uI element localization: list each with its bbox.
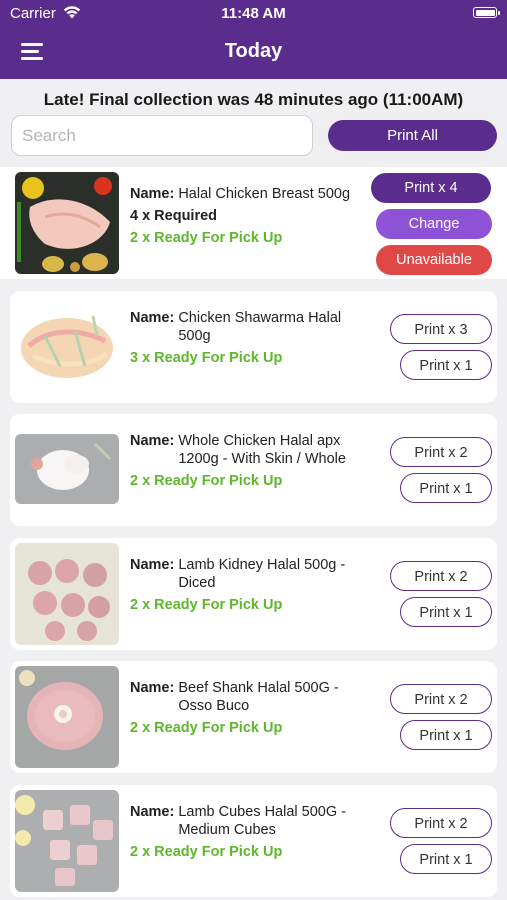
item-name: Halal Chicken Breast 500g	[178, 186, 351, 202]
ready-count: 2 x Ready For Pick Up	[130, 720, 283, 736]
unavailable-button[interactable]: Unavailable	[376, 245, 492, 275]
item-name: Lamb Cubes Halal 500G - Medium Cubes	[178, 804, 346, 838]
ready-count: 3 x Ready For Pick Up	[130, 350, 283, 366]
item-info: Name: Lamb Kidney Halal 500g - Diced 2 x …	[130, 556, 370, 614]
product-image-lamb-kidney	[15, 543, 119, 645]
product-image-beef-shank	[15, 666, 119, 768]
battery-icon	[473, 7, 500, 18]
product-image-chicken-shawarma	[15, 296, 119, 398]
name-label: Name:	[130, 680, 175, 696]
print-button[interactable]: Print x 2	[390, 808, 492, 838]
product-image-chicken-breast	[15, 172, 119, 274]
item-info: Name: Whole Chicken Halal apx 1200g - Wit…	[130, 432, 370, 490]
name-label: Name:	[130, 310, 175, 326]
order-item-card: Name: Lamb Kidney Halal 500g - Diced 2 x …	[10, 538, 497, 650]
ready-count: 2 x Ready For Pick Up	[130, 230, 283, 246]
item-info: Name: Halal Chicken Breast 500g 4 x Requi…	[130, 185, 370, 247]
print-one-button[interactable]: Print x 1	[400, 473, 492, 503]
item-info: Name: Beef Shank Halal 500G - Osso Buco 2…	[130, 679, 370, 737]
item-name: Beef Shank Halal 500G - Osso Buco	[178, 680, 339, 714]
clock: 11:48 AM	[221, 5, 286, 22]
name-label: Name:	[130, 804, 175, 820]
print-button[interactable]: Print x 2	[390, 437, 492, 467]
print-all-button[interactable]: Print All	[328, 120, 497, 151]
name-label: Name:	[130, 433, 175, 449]
order-item-card: Name: Halal Chicken Breast 500g 4 x Requi…	[0, 167, 507, 279]
print-one-button[interactable]: Print x 1	[400, 597, 492, 627]
print-button[interactable]: Print x 2	[390, 684, 492, 714]
print-one-button[interactable]: Print x 1	[400, 844, 492, 874]
name-label: Name:	[130, 557, 175, 573]
print-one-button[interactable]: Print x 1	[400, 720, 492, 750]
late-collection-message: Late! Final collection was 48 minutes ag…	[43, 90, 464, 109]
print-button[interactable]: Print x 3	[390, 314, 492, 344]
order-item-card: Name: Beef Shank Halal 500G - Osso Buco 2…	[10, 661, 497, 773]
order-item-card: Name: Lamb Cubes Halal 500G - Medium Cube…	[10, 785, 497, 897]
search-input[interactable]	[11, 115, 313, 156]
item-name: Lamb Kidney Halal 500g - Diced	[178, 557, 346, 591]
print-button[interactable]: Print x 2	[390, 561, 492, 591]
product-image-whole-chicken	[15, 434, 119, 504]
item-name: Whole Chicken Halal apx 1200g - With Ski…	[178, 433, 346, 467]
product-image-lamb-cubes	[15, 790, 119, 892]
item-info: Name: Chicken Shawarma Halal 500g 3 x Rea…	[130, 309, 370, 367]
ready-count: 2 x Ready For Pick Up	[130, 844, 283, 860]
item-name: Chicken Shawarma Halal 500g	[178, 310, 342, 344]
ready-count: 2 x Ready For Pick Up	[130, 597, 283, 613]
required-count: 4 x Required	[130, 208, 218, 224]
item-info: Name: Lamb Cubes Halal 500G - Medium Cube…	[130, 803, 370, 861]
status-bar: Carrier 11:48 AM	[0, 0, 507, 28]
print-button[interactable]: Print x 4	[371, 173, 491, 203]
page-title: Today	[224, 40, 283, 62]
name-label: Name:	[130, 186, 175, 202]
order-item-card: Name: Chicken Shawarma Halal 500g 3 x Rea…	[10, 291, 497, 403]
change-button[interactable]: Change	[376, 209, 492, 239]
app-header: Carrier 11:48 AM Today	[0, 0, 507, 79]
print-one-button[interactable]: Print x 1	[400, 350, 492, 380]
order-item-card: Name: Whole Chicken Halal apx 1200g - Wit…	[10, 414, 497, 526]
ready-count: 2 x Ready For Pick Up	[130, 473, 283, 489]
